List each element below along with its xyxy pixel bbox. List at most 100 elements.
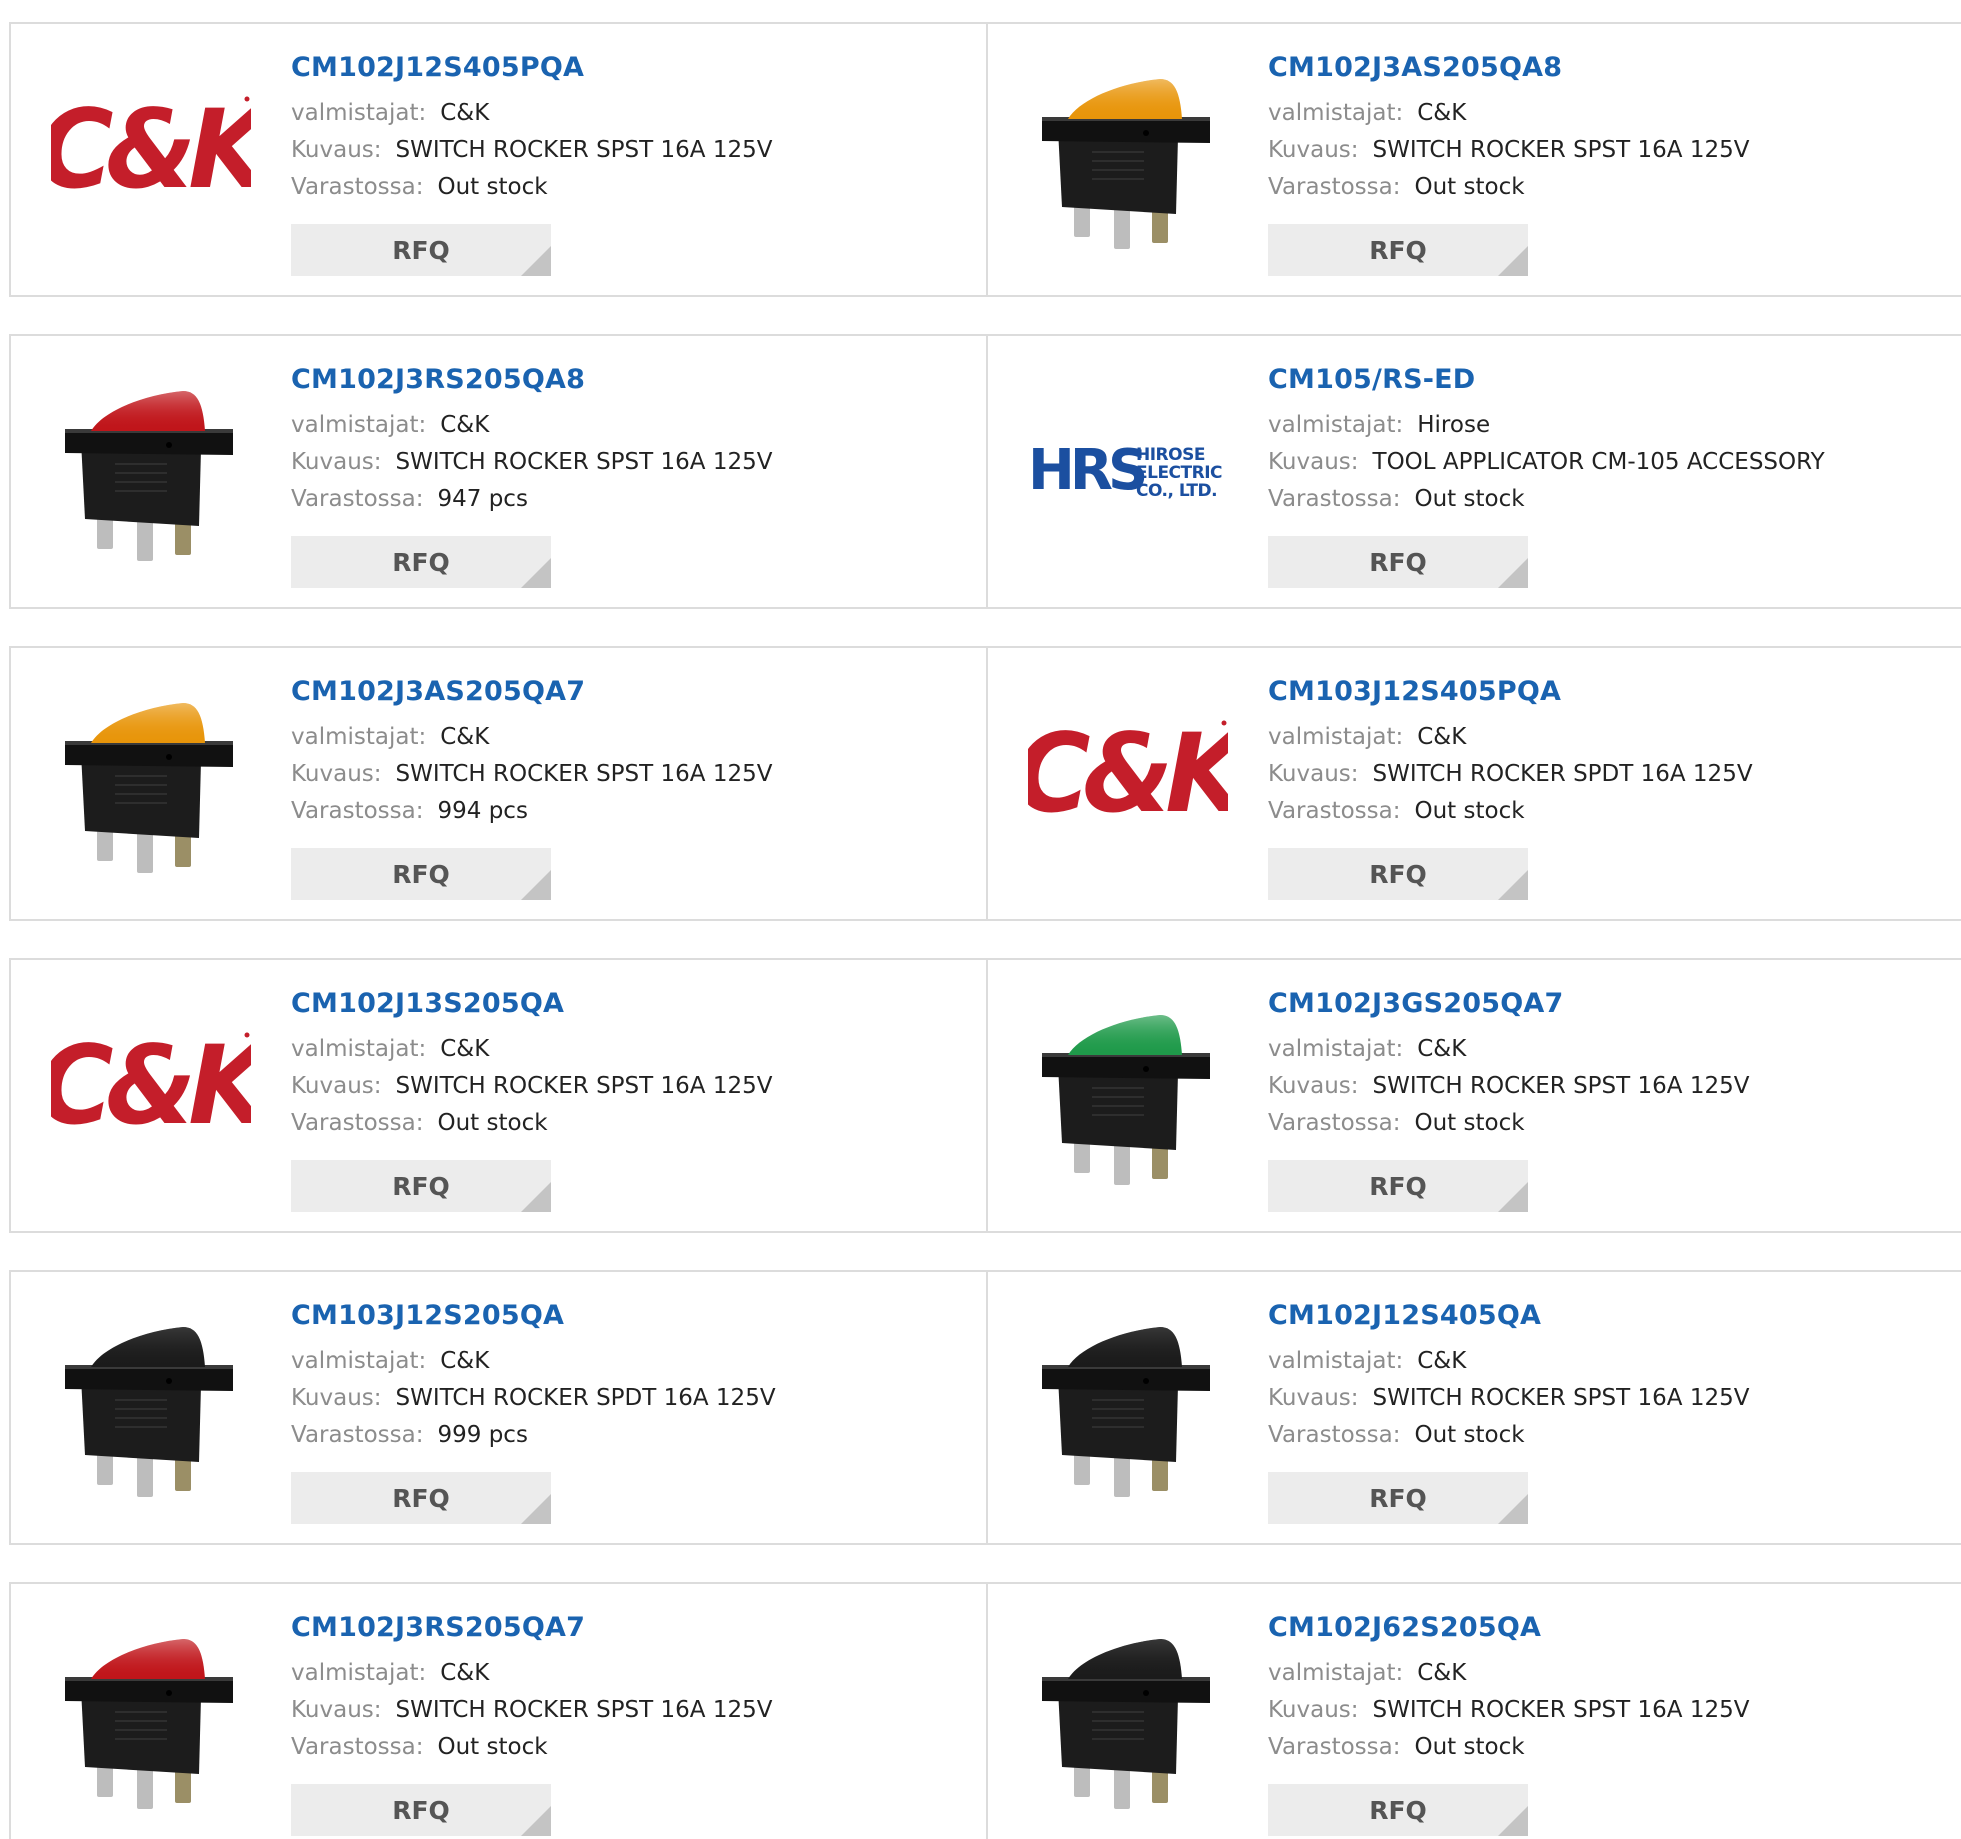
ck-logo-text: C&K <box>1028 711 1228 838</box>
svg-text:HIROSE: HIROSE <box>1136 445 1205 465</box>
stock-row: Varastossa: Out stock <box>1268 1417 1749 1454</box>
rocker-switch-icon <box>65 391 233 561</box>
rocker-switch-icon <box>1042 1639 1210 1809</box>
part-number-link[interactable]: CM102J3AS205QA8 <box>1268 52 1749 83</box>
stock-row: Varastossa: 999 pcs <box>291 1417 776 1454</box>
ck-logo-text: C&K <box>51 1023 251 1150</box>
description-value: SWITCH ROCKER SPDT 16A 125V <box>395 1385 776 1411</box>
product-card: CM102J12S405QA valmistajat: C&K Kuvaus: SW… <box>986 1270 1961 1545</box>
product-card: CM102J3GS205QA7 valmistajat: C&K Kuvaus: S… <box>986 958 1961 1233</box>
part-number-link[interactable]: CM102J12S405QA <box>1268 1300 1749 1331</box>
description-label: Kuvaus: <box>291 449 382 475</box>
part-number-link[interactable]: CM102J3GS205QA7 <box>1268 988 1749 1019</box>
product-image[interactable] <box>51 1619 251 1819</box>
part-number-link[interactable]: CM102J3RS205QA8 <box>291 364 772 395</box>
product-image[interactable]: C&K <box>51 995 251 1195</box>
description-label: Kuvaus: <box>291 1073 382 1099</box>
rfq-button[interactable]: RFQ <box>291 1784 551 1836</box>
description-row: Kuvaus: SWITCH ROCKER SPST 16A 125V <box>291 1068 772 1105</box>
rfq-button[interactable]: RFQ <box>1268 536 1528 588</box>
rfq-button[interactable]: RFQ <box>1268 1160 1528 1212</box>
description-row: Kuvaus: SWITCH ROCKER SPST 16A 125V <box>1268 1692 1749 1729</box>
manufacturer-value: C&K <box>1417 724 1467 750</box>
rfq-button[interactable]: RFQ <box>291 1160 551 1212</box>
stock-row: Varastossa: Out stock <box>1268 169 1749 206</box>
stock-label: Varastossa: <box>1268 798 1401 824</box>
description-row: Kuvaus: SWITCH ROCKER SPST 16A 125V <box>1268 1380 1749 1417</box>
manufacturer-label: valmistajat: <box>291 100 427 126</box>
product-info: CM105/RS-ED valmistajat: Hirose Kuvaus: TO… <box>1268 364 1825 518</box>
corner-triangle-icon <box>521 558 551 588</box>
part-number-link[interactable]: CM102J62S205QA <box>1268 1612 1749 1643</box>
product-card: C&K CM103J12S405PQA valmistajat: C&K Kuva… <box>986 646 1961 921</box>
stock-row: Varastossa: Out stock <box>291 1105 772 1142</box>
manufacturer-row: valmistajat: C&K <box>1268 95 1749 132</box>
product-image[interactable] <box>51 1307 251 1507</box>
stock-label: Varastossa: <box>291 798 424 824</box>
manufacturer-label: valmistajat: <box>291 724 427 750</box>
product-image[interactable]: C&K <box>51 59 251 259</box>
product-image[interactable] <box>51 683 251 883</box>
stock-value: Out stock <box>1414 1422 1525 1448</box>
rfq-button[interactable]: RFQ <box>291 848 551 900</box>
description-value: SWITCH ROCKER SPST 16A 125V <box>395 449 773 475</box>
stock-value: 947 pcs <box>437 486 528 512</box>
product-image[interactable]: C&K <box>1028 683 1228 883</box>
rfq-button[interactable]: RFQ <box>1268 224 1528 276</box>
part-number-link[interactable]: CM102J13S205QA <box>291 988 772 1019</box>
stock-row: Varastossa: Out stock <box>1268 793 1753 830</box>
manufacturer-row: valmistajat: C&K <box>1268 719 1753 756</box>
rfq-button[interactable]: RFQ <box>291 536 551 588</box>
stock-value: Out stock <box>437 1734 548 1760</box>
part-number-link[interactable]: CM102J3RS205QA7 <box>291 1612 772 1643</box>
part-number-link[interactable]: CM102J12S405PQA <box>291 52 772 83</box>
manufacturer-label: valmistajat: <box>291 1660 427 1686</box>
stock-value: Out stock <box>1414 798 1525 824</box>
description-row: Kuvaus: SWITCH ROCKER SPDT 16A 125V <box>1268 756 1753 793</box>
stock-label: Varastossa: <box>1268 174 1401 200</box>
corner-triangle-icon <box>521 246 551 276</box>
manufacturer-label: valmistajat: <box>1268 724 1404 750</box>
description-value: SWITCH ROCKER SPST 16A 125V <box>395 761 773 787</box>
stock-label: Varastossa: <box>291 1422 424 1448</box>
product-image[interactable]: HRS HIROSE ELECTRIC CO., LTD. <box>1028 371 1228 571</box>
rfq-button[interactable]: RFQ <box>1268 1472 1528 1524</box>
part-number-link[interactable]: CM103J12S205QA <box>291 1300 776 1331</box>
manufacturer-row: valmistajat: C&K <box>291 1655 772 1692</box>
product-image[interactable] <box>1028 59 1228 259</box>
hrs-logo-icon: HRSHIROSEELECTRICCO., LTD. <box>1028 438 1223 503</box>
part-number-link[interactable]: CM103J12S405PQA <box>1268 676 1753 707</box>
stock-value: 999 pcs <box>437 1422 528 1448</box>
description-row: Kuvaus: SWITCH ROCKER SPST 16A 125V <box>1268 132 1749 169</box>
rfq-button[interactable]: RFQ <box>291 1472 551 1524</box>
manufacturer-row: valmistajat: C&K <box>291 1343 776 1380</box>
rfq-label: RFQ <box>1369 547 1427 577</box>
product-image[interactable] <box>51 371 251 571</box>
product-info: CM102J62S205QA valmistajat: C&K Kuvaus: SW… <box>1268 1612 1749 1766</box>
description-label: Kuvaus: <box>1268 449 1359 475</box>
part-number-link[interactable]: CM102J3AS205QA7 <box>291 676 772 707</box>
corner-triangle-icon <box>1498 1806 1528 1836</box>
product-info: CM102J3AS205QA8 valmistajat: C&K Kuvaus: S… <box>1268 52 1749 206</box>
product-card: CM102J3RS205QA7 valmistajat: C&K Kuvaus: S… <box>9 1582 988 1839</box>
manufacturer-value: C&K <box>440 412 490 438</box>
description-label: Kuvaus: <box>1268 137 1359 163</box>
corner-triangle-icon <box>1498 246 1528 276</box>
rfq-button[interactable]: RFQ <box>291 224 551 276</box>
description-value: SWITCH ROCKER SPST 16A 125V <box>1372 1073 1750 1099</box>
rocker-switch-icon <box>1042 1327 1210 1497</box>
description-value: SWITCH ROCKER SPST 16A 125V <box>1372 1385 1750 1411</box>
stock-label: Varastossa: <box>291 486 424 512</box>
product-image[interactable] <box>1028 1307 1228 1507</box>
description-row: Kuvaus: SWITCH ROCKER SPST 16A 125V <box>1268 1068 1749 1105</box>
description-value: SWITCH ROCKER SPST 16A 125V <box>395 1697 773 1723</box>
product-image[interactable] <box>1028 1619 1228 1819</box>
stock-value: Out stock <box>437 1110 548 1136</box>
part-number-link[interactable]: CM105/RS-ED <box>1268 364 1825 395</box>
product-image[interactable] <box>1028 995 1228 1195</box>
rocker-switch-icon <box>65 703 233 873</box>
rfq-button[interactable]: RFQ <box>1268 848 1528 900</box>
manufacturer-label: valmistajat: <box>1268 1660 1404 1686</box>
rfq-button[interactable]: RFQ <box>1268 1784 1528 1836</box>
stock-row: Varastossa: Out stock <box>291 1729 772 1766</box>
